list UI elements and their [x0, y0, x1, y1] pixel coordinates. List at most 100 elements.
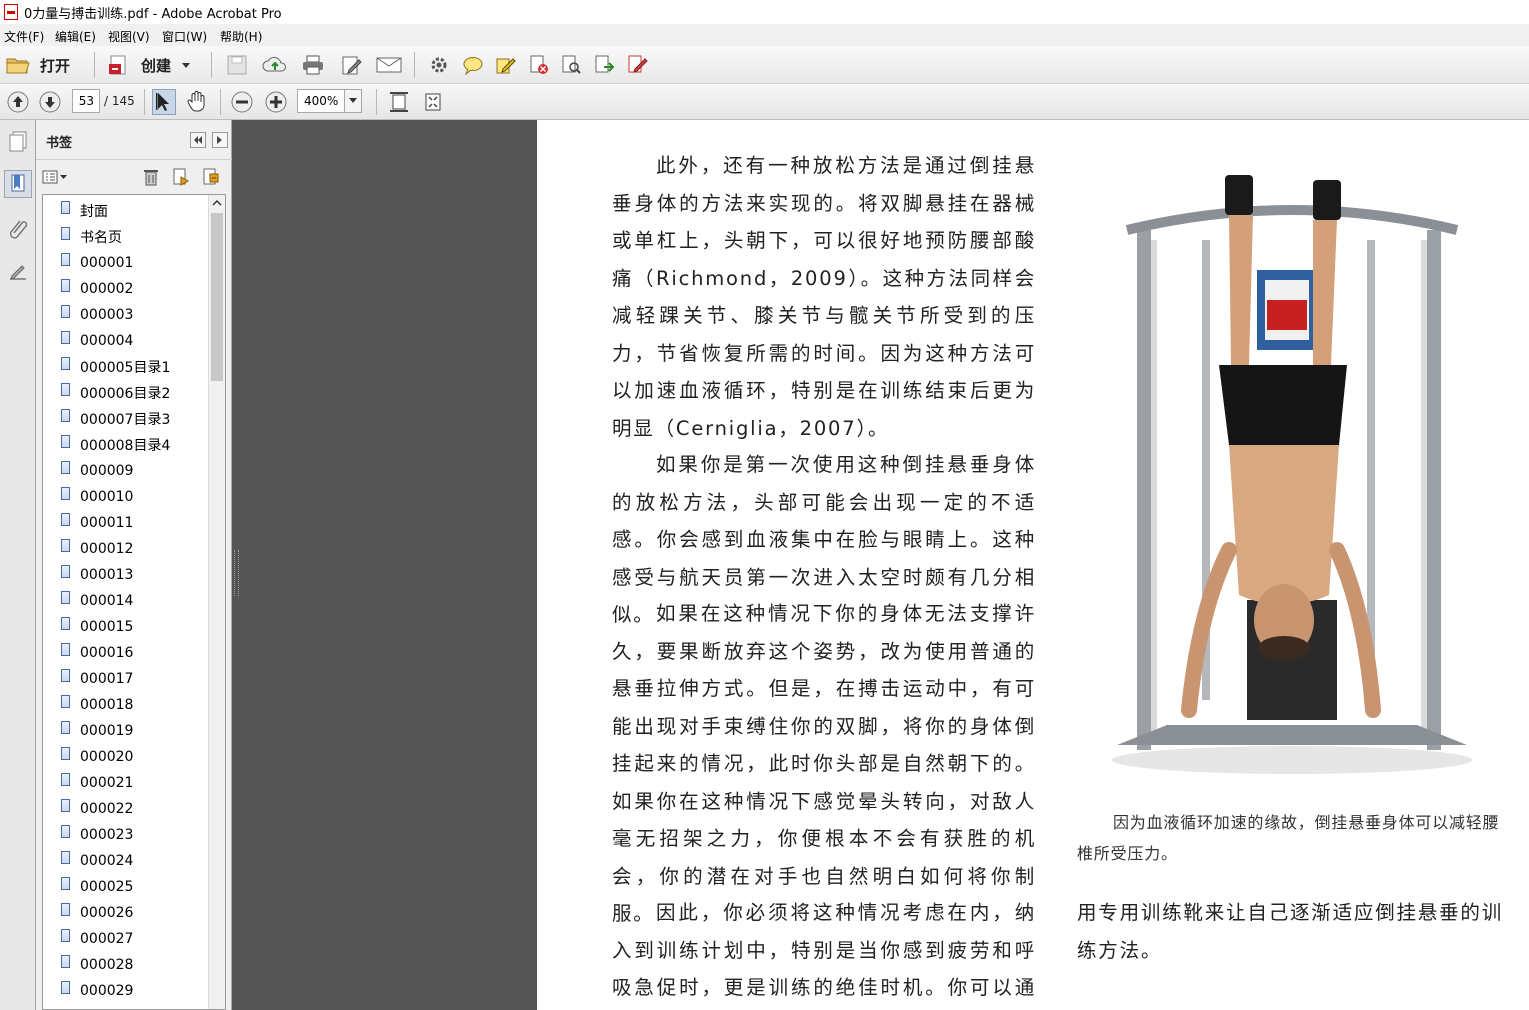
bookmark-item[interactable]: 000025 [61, 875, 133, 899]
bookmark-icon [61, 954, 70, 968]
highlight-button[interactable] [494, 54, 518, 76]
select-tool-button[interactable] [152, 89, 176, 115]
bookmark-item[interactable]: 000029 [61, 979, 133, 1003]
bookmark-item[interactable]: 000024 [61, 849, 133, 873]
bookmark-item[interactable]: 000019 [61, 719, 133, 743]
bookmark-expand-icon [203, 168, 219, 185]
bookmark-item[interactable]: 000023 [61, 823, 133, 847]
next-page-button[interactable] [38, 90, 62, 114]
bookmark-item[interactable]: 000001 [61, 251, 133, 275]
bookmark-item[interactable]: 000018 [61, 693, 133, 717]
panel-resize-handle[interactable] [234, 550, 239, 596]
bookmark-item[interactable]: 000005目录1 [61, 355, 170, 379]
new-bookmark-button[interactable] [171, 168, 191, 186]
bookmark-label: 000021 [80, 775, 134, 791]
hand-icon [187, 91, 205, 112]
bookmark-label: 000019 [80, 723, 134, 739]
attachments-button[interactable] [6, 216, 30, 240]
email-button[interactable] [376, 54, 402, 76]
zoom-in-button[interactable] [264, 90, 288, 114]
hand-tool-button[interactable] [184, 89, 210, 115]
bookmark-label: 000013 [80, 567, 134, 583]
bookmark-item[interactable]: 封面 [61, 199, 108, 223]
bookmark-item[interactable]: 000027 [61, 927, 133, 951]
collapse-panel-button[interactable] [190, 132, 206, 148]
menu-view[interactable]: 视图(V) [108, 28, 150, 45]
window-title: 0力量与搏击训练.pdf - Adobe Acrobat Pro [24, 7, 282, 22]
menu-edit[interactable]: 编辑(E) [55, 28, 96, 45]
bookmark-label: 000007目录3 [80, 412, 171, 428]
bookmark-item[interactable]: 000017 [61, 667, 133, 691]
open-button[interactable]: 打开 [6, 54, 72, 76]
bookmark-item[interactable]: 000003 [61, 303, 133, 327]
page-thumbnails-button[interactable] [6, 130, 30, 154]
menu-file[interactable]: 文件(F) [4, 28, 44, 45]
bookmark-label: 000017 [80, 671, 134, 687]
bookmark-scrollbar[interactable] [208, 195, 225, 1009]
bookmark-icon [61, 876, 70, 890]
bookmark-item[interactable]: 000012 [61, 537, 133, 561]
full-screen-button[interactable] [422, 90, 444, 114]
scroll-up-icon[interactable] [209, 195, 225, 211]
bookmark-label: 000006目录2 [80, 386, 171, 402]
bookmark-item[interactable]: 000009 [61, 459, 133, 483]
previous-page-button[interactable] [6, 90, 30, 114]
menu-help[interactable]: 帮助(H) [220, 28, 262, 45]
bookmark-label: 000024 [80, 853, 134, 869]
page-number-input[interactable]: 53 [72, 89, 100, 113]
bookmark-item[interactable]: 书名页 [61, 225, 122, 249]
gear-icon [431, 57, 447, 73]
bookmark-item[interactable]: 000014 [61, 589, 133, 613]
photo-caption: 因为血液循环加速的缘故，倒挂悬垂身体可以减轻腰椎所受压力。 [1077, 813, 1500, 863]
bookmark-item[interactable]: 000007目录3 [61, 407, 170, 431]
settings-button[interactable] [428, 54, 450, 76]
page-total-label: / 145 [104, 94, 135, 108]
comment-button[interactable] [461, 54, 485, 76]
toolbar-separator [376, 89, 377, 115]
zoom-out-button[interactable] [230, 90, 254, 114]
delete-bookmark-button[interactable] [142, 168, 160, 186]
bookmark-label: 000010 [80, 489, 134, 505]
bookmark-item[interactable]: 000026 [61, 901, 133, 925]
create-button[interactable]: 创建 [108, 54, 194, 76]
panel-menu-button[interactable] [212, 132, 228, 148]
bookmark-item[interactable]: 000008目录4 [61, 433, 170, 457]
bookmark-item[interactable]: 000002 [61, 277, 133, 301]
bookmark-label: 000027 [80, 931, 134, 947]
bookmark-item[interactable]: 000020 [61, 745, 133, 769]
bookmark-item[interactable]: 000010 [61, 485, 133, 509]
sign-button[interactable] [626, 54, 650, 76]
delete-pages-button[interactable] [528, 54, 550, 76]
export-button[interactable] [593, 54, 617, 76]
bookmark-item[interactable]: 000021 [61, 771, 133, 795]
bookmark-item[interactable]: 000006目录2 [61, 381, 170, 405]
bookmark-item[interactable]: 000028 [61, 953, 133, 977]
edit-pdf-button[interactable] [340, 54, 364, 76]
expand-bookmark-button[interactable] [201, 168, 221, 186]
print-button[interactable] [300, 54, 326, 76]
zoom-level-input[interactable]: 400% [297, 89, 345, 113]
page-properties-button[interactable] [560, 54, 582, 76]
signatures-button[interactable] [6, 260, 30, 284]
bookmark-item[interactable]: 000015 [61, 615, 133, 639]
bookmark-item[interactable]: 000016 [61, 641, 133, 665]
paragraph-4: 因此，你必须将这种情况考虑在内，纳入到训练计划中，特别是当你感到疲劳和呼吸急促时… [612, 901, 1036, 999]
scrollbar-thumb[interactable] [211, 213, 223, 381]
bookmark-item[interactable]: 000013 [61, 563, 133, 587]
menu-window[interactable]: 窗口(W) [162, 28, 207, 45]
fit-page-button[interactable] [388, 90, 410, 114]
bookmark-options-button[interactable] [42, 168, 68, 186]
zoom-dropdown-button[interactable] [344, 89, 362, 113]
title-bar: 0力量与搏击训练.pdf - Adobe Acrobat Pro [0, 0, 1529, 24]
bookmark-item[interactable]: 000011 [61, 511, 133, 535]
bookmark-item[interactable]: 000004 [61, 329, 133, 353]
bookmark-icon [61, 642, 70, 656]
bookmark-icon [61, 564, 70, 578]
bookmark-item[interactable]: 000022 [61, 797, 133, 821]
trash-icon [144, 170, 158, 186]
bookmarks-panel-button[interactable] [4, 170, 32, 198]
bookmark-ribbon-icon [11, 174, 25, 192]
upload-cloud-button[interactable] [262, 54, 288, 76]
speech-bubble-icon [463, 57, 483, 75]
save-button[interactable] [226, 54, 248, 76]
